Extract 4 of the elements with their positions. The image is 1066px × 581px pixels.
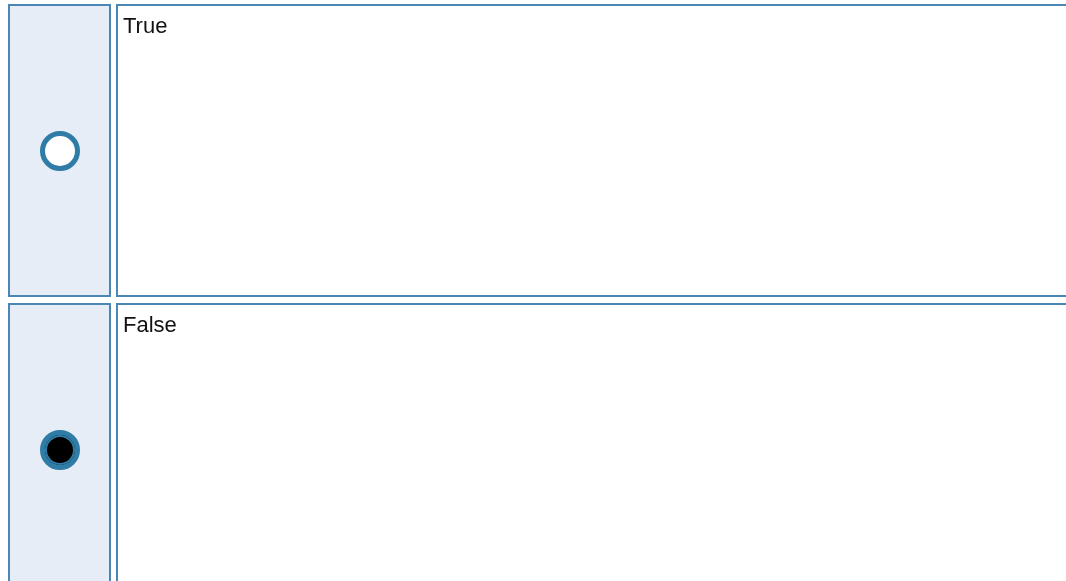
option-label: False [123,312,177,337]
radio-button[interactable] [39,130,80,171]
radio-button[interactable] [39,429,80,470]
option-label: True [123,13,168,38]
